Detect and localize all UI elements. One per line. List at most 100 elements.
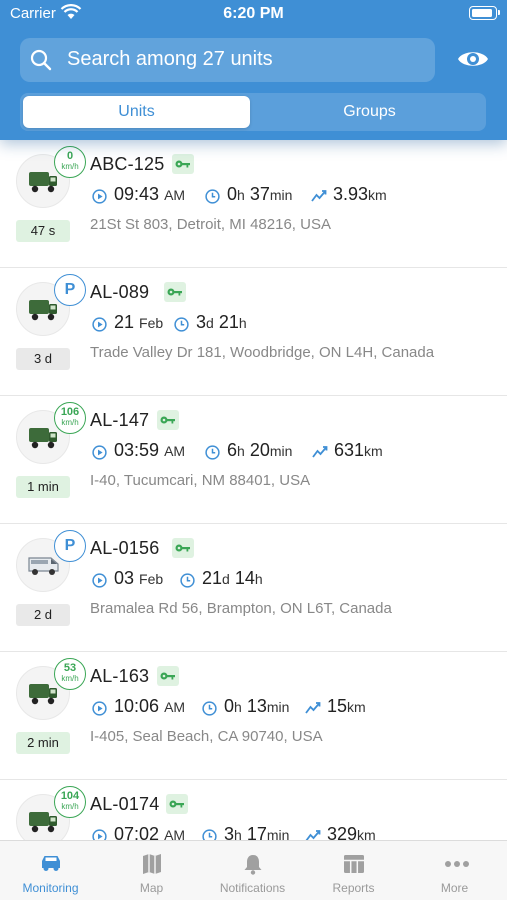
unit-row[interactable]: 0 km/h 47 s ABC-125 09:43 AM 0h 37min 3.… xyxy=(0,140,507,268)
last-message-age: 3 d xyxy=(16,348,70,370)
trend-line-icon xyxy=(312,446,328,458)
last-message-age: 2 d xyxy=(16,604,70,626)
parked-badge: P xyxy=(54,530,86,562)
tab-monitoring[interactable]: Monitoring xyxy=(0,841,101,900)
time-value: 03 xyxy=(114,568,135,588)
play-circle-icon xyxy=(92,829,107,840)
duration-b: 17 xyxy=(246,824,267,840)
ignition-key-icon xyxy=(172,154,194,174)
unit-row[interactable]: P 3 d AL-089 21 Feb 3d 21h Trade Valley … xyxy=(0,268,507,396)
unit-stats: 09:43 AM 0h 37min 3.93km xyxy=(92,184,492,208)
distance-value: 3.93 xyxy=(333,184,369,204)
clock-icon xyxy=(205,189,220,204)
play-circle-icon xyxy=(92,573,107,588)
trend-line-icon xyxy=(305,830,321,840)
clock-icon xyxy=(202,829,217,840)
duration-b: 20 xyxy=(249,440,270,460)
tab-units[interactable]: Units xyxy=(23,96,250,128)
time-value: 21 xyxy=(114,312,135,332)
time-suffix: Feb xyxy=(139,315,164,331)
duration-a: 0 xyxy=(227,184,238,204)
duration-b: 37 xyxy=(249,184,270,204)
ignition-key-icon xyxy=(172,538,194,558)
speed-badge: 53 km/h xyxy=(54,658,86,690)
speed-value: 0 xyxy=(66,150,74,162)
duration-b: 14 xyxy=(234,568,255,588)
time-suffix: Feb xyxy=(139,571,164,587)
unit-name: AL-147 xyxy=(90,410,150,430)
tab-label: More xyxy=(440,881,469,895)
tab-more[interactable]: More xyxy=(404,841,505,900)
battery-icon xyxy=(469,6,500,20)
time-suffix: AM xyxy=(164,443,186,459)
eye-icon[interactable] xyxy=(457,45,489,73)
speed-badge: 104 km/h xyxy=(54,786,86,818)
van-icon xyxy=(28,557,59,575)
duration-a: 21 xyxy=(202,568,223,588)
ignition-key-icon xyxy=(157,666,179,686)
unit-address: Bramalea Rd 56, Brampton, ON L6T, Canada xyxy=(90,600,392,617)
parked-badge: P xyxy=(54,274,86,306)
search-icon xyxy=(30,49,52,71)
tab-notifications[interactable]: Notifications xyxy=(202,841,303,900)
unit-name: AL-089 xyxy=(90,282,150,302)
distance-unit: km xyxy=(357,827,376,840)
unit-address: 21St St 803, Detroit, MI 48216, USA xyxy=(90,216,331,233)
unit-list: 0 km/h 47 s ABC-125 09:43 AM 0h 37min 3.… xyxy=(0,140,507,840)
unit-name: AL-163 xyxy=(90,666,150,686)
time-value: 07:02 xyxy=(114,824,160,840)
unit-stats: 03 Feb 21d 14h xyxy=(92,568,492,592)
unit-address: I-40, Tucumcari, NM 88401, USA xyxy=(90,472,311,489)
time-value: 10:06 xyxy=(114,696,160,716)
car-icon xyxy=(42,856,60,871)
unit-stats: 21 Feb 3d 21h xyxy=(92,312,492,336)
unit-stats: 07:02 AM 3h 17min 329km xyxy=(92,824,492,840)
unit-row[interactable]: P 2 d AL-0156 03 Feb 21d 14h Bramalea Rd… xyxy=(0,524,507,652)
unit-name: AL-0156 xyxy=(90,538,160,558)
speed-unit: km/h xyxy=(61,418,79,427)
time-suffix: AM xyxy=(164,187,186,203)
duration-a-unit: d xyxy=(222,571,230,587)
speed-unit: km/h xyxy=(61,162,79,171)
duration-a-unit: d xyxy=(206,315,214,331)
tab-map[interactable]: Map xyxy=(101,841,202,900)
play-circle-icon xyxy=(92,317,107,332)
speed-value: 104 xyxy=(60,790,80,802)
distance-value: 329 xyxy=(327,824,358,840)
duration-b-unit: min xyxy=(269,187,293,203)
clock-icon xyxy=(205,445,220,460)
duration-a-unit: h xyxy=(237,443,245,459)
unit-address: I-405, Seal Beach, CA 90740, USA xyxy=(90,728,323,745)
speed-value: 53 xyxy=(63,662,77,674)
last-message-age: 1 min xyxy=(16,476,70,498)
clock-icon xyxy=(202,701,217,716)
clock-icon xyxy=(174,317,189,332)
unit-stats: 10:06 AM 0h 13min 15km xyxy=(92,696,492,720)
unit-row[interactable]: 53 km/h 2 min AL-163 10:06 AM 0h 13min 1… xyxy=(0,652,507,780)
duration-b-unit: h xyxy=(238,315,247,331)
status-bar: Carrier 6:20 PM xyxy=(0,0,507,28)
tab-groups[interactable]: Groups xyxy=(256,96,483,128)
header: Carrier 6:20 PM Search among 27 units Un… xyxy=(0,0,507,140)
time-suffix: AM xyxy=(164,827,186,840)
distance-unit: km xyxy=(364,443,383,459)
search-field[interactable]: Search among 27 units xyxy=(20,38,435,82)
tab-reports[interactable]: Reports xyxy=(303,841,404,900)
table-icon xyxy=(344,855,364,873)
distance-value: 15 xyxy=(327,696,348,716)
unit-name: AL-0174 xyxy=(90,794,160,814)
tab-label: Map xyxy=(139,881,164,895)
truck-icon xyxy=(29,172,57,193)
distance-unit: km xyxy=(347,699,366,715)
unit-row[interactable]: 104 km/h AL-0174 07:02 AM 3h 17min 329km xyxy=(0,780,507,840)
duration-a: 6 xyxy=(227,440,238,460)
play-circle-icon xyxy=(92,445,107,460)
search-input[interactable]: Search among 27 units xyxy=(67,48,273,71)
speed-value: 106 xyxy=(60,406,80,418)
unit-row[interactable]: 106 km/h 1 min AL-147 03:59 AM 6h 20min … xyxy=(0,396,507,524)
duration-b-unit: min xyxy=(266,699,290,715)
time-value: 03:59 xyxy=(114,440,160,460)
last-message-age: 2 min xyxy=(16,732,70,754)
distance-value: 631 xyxy=(334,440,365,460)
duration-a-unit: h xyxy=(237,187,245,203)
